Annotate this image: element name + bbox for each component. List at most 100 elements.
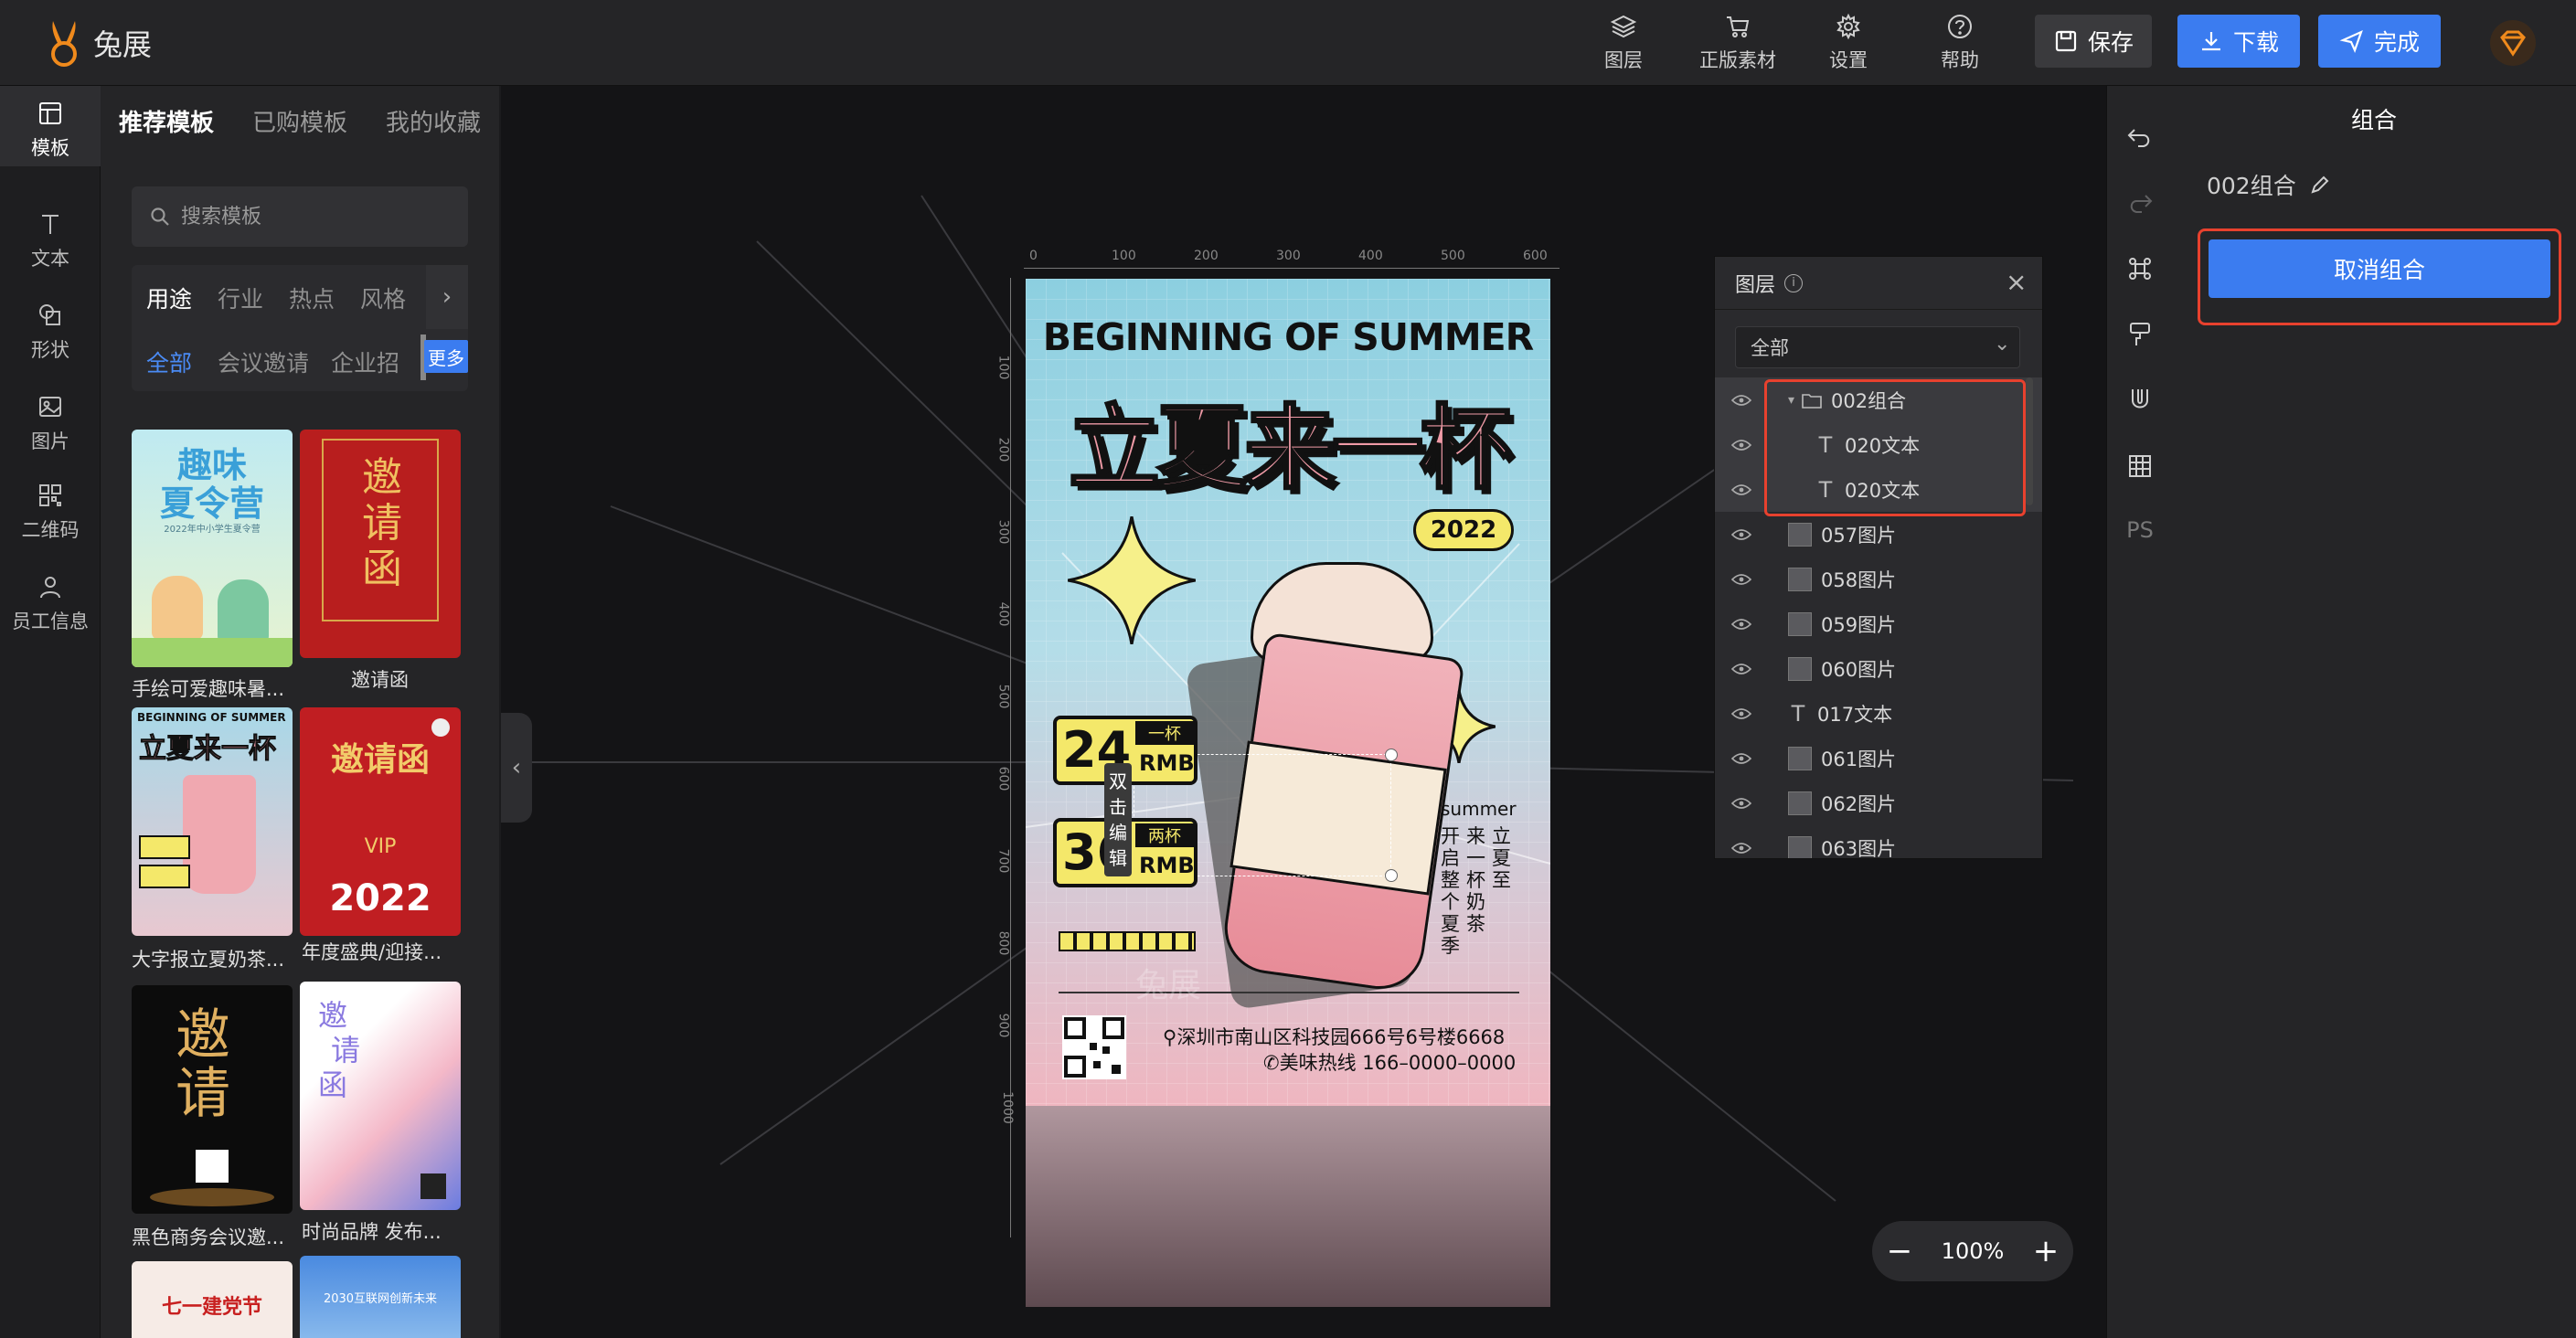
format-painter-icon	[2130, 323, 2150, 345]
filter-tab-usage[interactable]: 用途	[146, 281, 192, 314]
tab-recommended[interactable]: 推荐模板	[119, 104, 214, 138]
template-thumb-party-day[interactable]: 七一建党节	[132, 1261, 293, 1338]
layer-row[interactable]: 063图片	[1715, 825, 2042, 858]
layer-row[interactable]: 061图片	[1715, 736, 2042, 780]
filter-sub-all[interactable]: 全部	[146, 345, 192, 378]
brand-logo[interactable]: 兔展	[44, 15, 152, 71]
settings-menu[interactable]: 设置	[1806, 0, 1890, 86]
download-button[interactable]: 下载	[2177, 15, 2300, 68]
layer-row[interactable]: 060图片	[1715, 646, 2042, 691]
poster-hotline[interactable]: ✆美味热线 166–0000–0000	[1263, 1048, 1516, 1076]
undo-button[interactable]	[2124, 121, 2156, 154]
poster-headline-en[interactable]: BEGINNING OF SUMMER	[1026, 315, 1550, 359]
rail-item-qrcode[interactable]: 二维码	[0, 481, 101, 543]
thumb4-year: 2022	[329, 877, 431, 919]
help-menu[interactable]: 帮助	[1918, 0, 2002, 86]
layer-row[interactable]: 062图片	[1715, 780, 2042, 825]
layers-scrollbar[interactable]	[2026, 377, 2033, 505]
settings-label: 设置	[1829, 49, 1868, 71]
layers-menu[interactable]: 图层	[1581, 0, 1666, 86]
eye-visible-icon[interactable]	[1731, 663, 1751, 675]
grid-button[interactable]	[2124, 450, 2156, 483]
rail-item-text[interactable]: 文本	[0, 209, 101, 271]
poster-qrcode[interactable]	[1062, 1015, 1126, 1079]
location-pin-icon: ⚲	[1163, 1026, 1177, 1048]
layer-row[interactable]: 059图片	[1715, 601, 2042, 646]
template-thumb-summer-camp[interactable]: 趣味 夏令营 2022年中小学生夏令营	[132, 430, 293, 667]
template-thumb-invitation[interactable]: 邀 请 函	[300, 430, 461, 658]
eye-visible-icon[interactable]	[1731, 797, 1751, 810]
format-painter-button[interactable]	[2124, 318, 2156, 351]
poster-year-badge[interactable]: 2022	[1413, 509, 1514, 551]
panel-collapse-handle[interactable]: ‹	[501, 713, 532, 823]
filter-tab-style[interactable]: 风格	[360, 281, 406, 314]
poster-side-col-2[interactable]: 来一杯奶茶	[1466, 825, 1486, 935]
eye-visible-icon[interactable]	[1731, 707, 1751, 720]
redo-button[interactable]	[2124, 186, 2156, 219]
eye-visible-icon[interactable]	[1731, 528, 1751, 541]
rail-label-shape: 形状	[31, 339, 69, 361]
eye-visible-icon[interactable]	[1731, 483, 1751, 496]
ps-import-button[interactable]: PS	[2124, 514, 2156, 547]
rail-item-staff-info[interactable]: 员工信息	[0, 572, 101, 634]
template-thumb-summer-tea[interactable]: BEGINNING OF SUMMER 立夏来一杯	[132, 707, 293, 936]
shortcut-button[interactable]	[2124, 252, 2156, 285]
more-filters-button[interactable]: 更多	[424, 340, 468, 373]
layer-name: 060图片	[1821, 658, 1897, 681]
rail-item-template[interactable]: 模板	[0, 86, 101, 166]
thumb4-select-dot[interactable]	[431, 718, 450, 737]
magnet-button[interactable]	[2124, 384, 2156, 417]
layer-filter-select[interactable]: 全部 ⌄	[1735, 326, 2020, 368]
element-name-row[interactable]: 002组合	[2207, 168, 2331, 201]
template-thumb-black-business[interactable]: 邀 请	[132, 985, 293, 1214]
template-search[interactable]	[132, 186, 468, 247]
eye-visible-icon[interactable]	[1731, 752, 1751, 765]
ruler-v-label: 1000	[999, 1091, 1015, 1124]
poster-headline-cn[interactable]: 立夏来一杯	[1026, 374, 1550, 506]
tab-favorites[interactable]: 我的收藏	[386, 104, 481, 138]
filter-tab-industry[interactable]: 行业	[218, 281, 263, 314]
poster-address[interactable]: ⚲深圳市南山区科技园666号6号楼6668	[1163, 1023, 1505, 1050]
layer-row[interactable]: 057图片	[1715, 512, 2042, 557]
layer-row[interactable]: 058图片	[1715, 557, 2042, 601]
template-thumb-internet-future[interactable]: 2030互联网创新未来	[300, 1256, 461, 1338]
search-icon	[151, 207, 169, 226]
save-button[interactable]: 保存	[2035, 15, 2152, 68]
poster-side-col-3[interactable]: 开启整个夏季	[1441, 825, 1461, 957]
edit-pencil-icon[interactable]	[2309, 174, 2331, 196]
info-icon[interactable]: i	[1784, 273, 1804, 292]
selection-handle-br[interactable]	[1385, 869, 1398, 882]
filter-sub-recruit[interactable]: 企业招	[331, 345, 399, 378]
eye-visible-icon[interactable]	[1731, 618, 1751, 631]
template-thumb-annual-gala[interactable]: 邀请函 VIP 2022	[300, 707, 461, 936]
poster-side-en[interactable]: summer	[1441, 798, 1517, 820]
zoom-out-button[interactable]: −	[1887, 1233, 1913, 1269]
close-icon[interactable]: ×	[2006, 270, 2027, 295]
poster-side-col-1[interactable]: 立夏至	[1492, 825, 1512, 891]
template-icon	[39, 102, 61, 124]
tab-purchased[interactable]: 已购模板	[252, 104, 347, 138]
filter-sub-meeting[interactable]: 会议邀请	[218, 345, 309, 378]
rail-item-image[interactable]: 图片	[0, 392, 101, 454]
layer-row[interactable]: T 017文本	[1715, 691, 2042, 736]
poster-bottom-extension	[1026, 1106, 1550, 1307]
ungroup-button[interactable]: 取消组合	[2209, 239, 2550, 298]
filter-next-button[interactable]: ›	[426, 265, 468, 329]
filter-tab-hot[interactable]: 热点	[289, 281, 335, 314]
search-input[interactable]	[181, 205, 455, 228]
ruler-h-label: 600	[1523, 249, 1548, 263]
user-avatar[interactable]	[2490, 20, 2536, 66]
eye-visible-icon[interactable]	[1731, 842, 1751, 855]
eye-visible-icon[interactable]	[1731, 573, 1751, 586]
template-caption: 大字报立夏奶茶...	[132, 949, 285, 971]
rail-item-shape[interactable]: 形状	[0, 301, 101, 363]
eye-visible-icon[interactable]	[1731, 439, 1751, 451]
selection-handle-tr[interactable]	[1385, 749, 1398, 761]
zoom-in-button[interactable]: +	[2033, 1233, 2060, 1269]
done-button[interactable]: 完成	[2318, 15, 2441, 68]
poster-watermark: 兔展	[1135, 967, 1202, 1004]
template-thumb-fashion[interactable]: 邀 请 函	[300, 982, 461, 1210]
eye-visible-icon[interactable]	[1731, 394, 1751, 407]
poster-artboard[interactable]: BEGINNING OF SUMMER 立夏来一杯 2022 24 一杯 RMB…	[1026, 279, 1550, 1307]
stock-assets-menu[interactable]: 正版素材	[1689, 0, 1786, 86]
